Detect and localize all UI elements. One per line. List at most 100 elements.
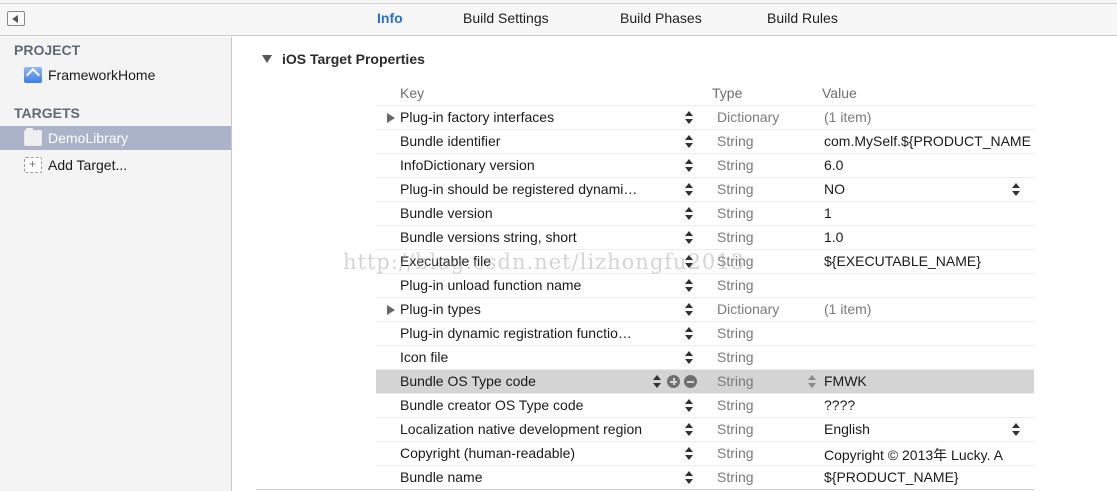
- table-row[interactable]: Executable file String ${EXECUTABLE_NAME…: [376, 249, 1034, 273]
- key-popup-stepper-icon[interactable]: [685, 279, 693, 293]
- row-value[interactable]: ${EXECUTABLE_NAME}: [824, 253, 1034, 269]
- value-popup-stepper-icon[interactable]: [1012, 183, 1020, 197]
- row-key: Bundle version: [400, 205, 493, 221]
- row-value[interactable]: ????: [824, 397, 1034, 413]
- row-key: Bundle creator OS Type code: [400, 397, 584, 413]
- add-row-icon[interactable]: [667, 375, 680, 388]
- row-key: Plug-in factory interfaces: [400, 109, 555, 125]
- row-key: Copyright (human-readable): [400, 445, 576, 461]
- table-row[interactable]: Plug-in unload function name String: [376, 273, 1034, 297]
- type-popup-stepper-icon[interactable]: [808, 375, 816, 389]
- section-title[interactable]: iOS Target Properties: [262, 51, 425, 67]
- row-value: (1 item): [824, 301, 872, 317]
- row-value[interactable]: English: [824, 421, 1034, 437]
- section-title-label: iOS Target Properties: [282, 51, 425, 67]
- editor-tab-bar: Info Build Settings Build Phases Build R…: [0, 0, 1117, 36]
- targets-section-header: TARGETS: [14, 105, 80, 121]
- key-popup-stepper-icon[interactable]: [685, 111, 693, 125]
- row-key: Bundle versions string, short: [400, 229, 577, 245]
- key-popup-stepper-icon[interactable]: [685, 231, 693, 245]
- key-popup-stepper-icon[interactable]: [685, 303, 693, 317]
- row-value[interactable]: FMWK: [824, 373, 1034, 389]
- key-popup-stepper-icon[interactable]: [685, 159, 693, 173]
- table-row[interactable]: Plug-in should be registered dynami… Str…: [376, 177, 1034, 201]
- key-popup-stepper-icon[interactable]: [685, 447, 693, 461]
- table-row[interactable]: Copyright (human-readable) String Copyri…: [376, 441, 1034, 465]
- row-type: String: [717, 421, 754, 437]
- value-popup-stepper-icon[interactable]: [1012, 423, 1020, 437]
- row-value[interactable]: 1: [824, 205, 1034, 221]
- row-key: Bundle OS Type code: [400, 373, 536, 389]
- column-header-key[interactable]: Key: [400, 85, 424, 101]
- row-value[interactable]: NO: [824, 181, 1034, 197]
- row-type: String: [717, 397, 754, 413]
- row-type: String: [717, 469, 754, 485]
- row-key: Plug-in types: [400, 301, 481, 317]
- framework-target-icon: [24, 128, 42, 146]
- row-key: Plug-in unload function name: [400, 277, 582, 293]
- navigator-toggle-icon[interactable]: [7, 11, 25, 26]
- key-popup-stepper-icon[interactable]: [685, 471, 693, 485]
- tab-build-settings[interactable]: Build Settings: [463, 10, 620, 26]
- top-divider: [0, 3, 1117, 4]
- column-header-value[interactable]: Value: [822, 85, 857, 101]
- key-popup-stepper-icon[interactable]: [685, 207, 693, 221]
- project-section-header: PROJECT: [14, 42, 81, 58]
- key-popup-stepper-icon[interactable]: [685, 183, 693, 197]
- key-popup-stepper-icon[interactable]: [685, 255, 693, 269]
- table-row[interactable]: Plug-in types Dictionary (1 item): [376, 297, 1034, 321]
- row-key: InfoDictionary version: [400, 157, 535, 173]
- table-row-selected[interactable]: Bundle OS Type code String FMWK: [376, 369, 1034, 393]
- project-navigator-sidebar: PROJECT FrameworkHome TARGETS DemoLibrar…: [0, 37, 232, 491]
- row-key: Bundle name: [400, 469, 483, 485]
- row-value[interactable]: 6.0: [824, 157, 1034, 173]
- row-key: Icon file: [400, 349, 449, 365]
- table-row[interactable]: Bundle creator OS Type code String ????: [376, 393, 1034, 417]
- key-popup-stepper-icon[interactable]: [685, 399, 693, 413]
- sidebar-item-target[interactable]: DemoLibrary: [0, 126, 231, 150]
- row-value[interactable]: com.MySelf.${PRODUCT_NAME: [824, 133, 1034, 149]
- row-value[interactable]: ${PRODUCT_NAME}: [824, 469, 1034, 485]
- disclosure-triangle-open-icon[interactable]: [262, 55, 272, 63]
- sidebar-item-project[interactable]: FrameworkHome: [0, 63, 231, 87]
- table-row[interactable]: Icon file String: [376, 345, 1034, 369]
- add-target-button[interactable]: Add Target...: [0, 153, 231, 177]
- disclosure-triangle-closed-icon[interactable]: [387, 305, 395, 315]
- remove-row-icon[interactable]: [684, 375, 697, 388]
- table-row[interactable]: Bundle identifier String com.MySelf.${PR…: [376, 129, 1034, 153]
- properties-table: Key Type Value Plug-in factory interface…: [376, 82, 1034, 489]
- table-row[interactable]: Plug-in dynamic registration functio… St…: [376, 321, 1034, 345]
- row-key: Bundle identifier: [400, 133, 501, 149]
- key-popup-stepper-icon[interactable]: [685, 327, 693, 341]
- key-popup-stepper-icon[interactable]: [685, 351, 693, 365]
- row-type: String: [717, 349, 754, 365]
- tab-build-phases[interactable]: Build Phases: [620, 10, 767, 26]
- sidebar-item-label: FrameworkHome: [48, 67, 156, 83]
- row-type: String: [717, 373, 754, 389]
- key-popup-stepper-icon[interactable]: [685, 135, 693, 149]
- row-type: String: [717, 157, 754, 173]
- table-row[interactable]: Localization native development region S…: [376, 417, 1034, 441]
- table-row[interactable]: InfoDictionary version String 6.0: [376, 153, 1034, 177]
- tab-info[interactable]: Info: [377, 10, 463, 26]
- row-key: Executable file: [400, 253, 492, 269]
- disclosure-triangle-closed-icon[interactable]: [387, 113, 395, 123]
- row-key: Localization native development region: [400, 421, 643, 437]
- tab-list: Info Build Settings Build Phases Build R…: [377, 10, 838, 26]
- row-value[interactable]: 1.0: [824, 229, 1034, 245]
- column-header-type[interactable]: Type: [712, 85, 742, 101]
- row-type: String: [717, 205, 754, 221]
- table-row[interactable]: Bundle versions string, short String 1.0: [376, 225, 1034, 249]
- row-value[interactable]: Copyright © 2013年 Lucky. A: [824, 445, 1034, 465]
- row-type: String: [717, 133, 754, 149]
- row-key: Plug-in should be registered dynami…: [400, 181, 638, 197]
- tab-build-rules[interactable]: Build Rules: [767, 10, 838, 26]
- row-type: String: [717, 277, 754, 293]
- table-bottom-divider: [256, 489, 1034, 490]
- key-popup-stepper-icon[interactable]: [653, 375, 661, 389]
- row-type: String: [717, 325, 754, 341]
- table-row[interactable]: Bundle version String 1: [376, 201, 1034, 225]
- key-popup-stepper-icon[interactable]: [685, 423, 693, 437]
- table-row[interactable]: Plug-in factory interfaces Dictionary (1…: [376, 105, 1034, 129]
- table-row[interactable]: Bundle name String ${PRODUCT_NAME}: [376, 465, 1034, 489]
